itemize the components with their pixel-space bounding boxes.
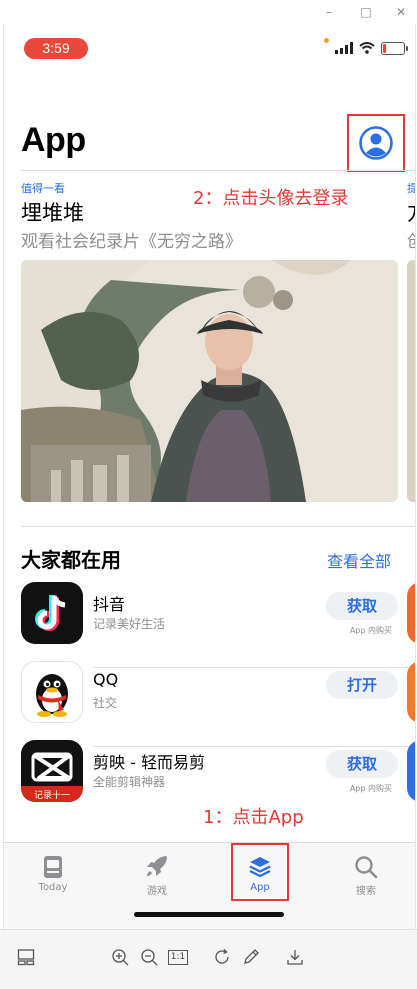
app-description: 全能剪辑神器 <box>93 775 166 789</box>
featured-image[interactable] <box>21 260 398 502</box>
search-icon <box>355 856 378 879</box>
tab-search[interactable]: 搜索 <box>331 843 401 897</box>
next-column-app-icon[interactable] <box>407 661 415 723</box>
page-title: App <box>21 121 86 159</box>
annotation-highlight-box <box>231 843 289 901</box>
annotation-step2: 2：点击头像去登录 <box>193 188 349 209</box>
get-button[interactable]: 获取 <box>326 750 398 778</box>
featured-subtitle: 观看社会纪录片《无穷之路》 <box>21 232 242 252</box>
section-divider <box>21 526 415 527</box>
tab-label: Today <box>38 882 68 893</box>
open-button[interactable]: 打开 <box>326 671 398 699</box>
download-button[interactable] <box>284 946 306 968</box>
next-featured-subtitle: 创 <box>407 227 415 252</box>
today-icon <box>44 856 62 878</box>
layout-button[interactable] <box>15 946 37 968</box>
rotate-button[interactable] <box>211 946 233 968</box>
in-app-purchase-label: App 内购买 <box>349 784 392 793</box>
minimize-button[interactable]: – <box>320 4 338 20</box>
actual-size-icon: 1:1 <box>167 949 189 965</box>
douyin-icon <box>21 582 83 644</box>
tab-label: 游戏 <box>147 886 167 897</box>
close-button[interactable]: ✕ <box>392 4 410 20</box>
list-item[interactable]: QQ 社交 打开 <box>21 661 415 747</box>
app-name: 剪映 - 轻而易剪 <box>93 753 205 772</box>
zoom-out-icon <box>141 949 158 966</box>
next-column-app-icon[interactable] <box>407 740 415 802</box>
download-icon <box>287 950 303 965</box>
next-featured-title[interactable]: 方 <box>407 197 415 227</box>
tab-label: 搜索 <box>356 886 376 897</box>
next-column-app-icon[interactable] <box>407 582 415 644</box>
capcut-icon-caption: 记录十一 <box>33 791 70 801</box>
see-all-link[interactable]: 查看全部 <box>327 548 391 572</box>
phone-screen: 3:59 App 2：点击头像去登录 值得一看 埋堆堆 观看社会纪录片《无穷之路… <box>3 24 416 929</box>
window-titlebar: – □ ✕ <box>0 0 417 24</box>
dot-icon <box>324 37 329 43</box>
annotation-step1: 1：点击App <box>203 807 304 828</box>
zoom-in-button[interactable] <box>109 946 131 968</box>
app-description: 社交 <box>93 696 118 710</box>
get-button[interactable]: 获取 <box>326 592 398 620</box>
actual-size-button[interactable]: 1:1 <box>167 946 189 968</box>
home-indicator[interactable] <box>134 912 284 917</box>
maximize-button[interactable]: □ <box>357 4 375 20</box>
rotate-icon <box>215 949 229 964</box>
zoom-in-icon <box>112 949 129 966</box>
featured-title[interactable]: 埋堆堆 <box>21 197 84 227</box>
app-name: QQ <box>93 670 119 689</box>
wifi-icon <box>359 42 375 54</box>
next-featured-image[interactable] <box>407 260 415 502</box>
viewer-toolbar: 1:1 <box>0 929 417 989</box>
header-divider <box>21 170 415 171</box>
section-title: 大家都在用 <box>21 548 121 572</box>
capcut-icon: 记录十一 <box>21 740 83 802</box>
battery-low-icon <box>381 41 408 55</box>
zoom-out-button[interactable] <box>138 946 160 968</box>
layout-icon <box>17 949 35 966</box>
featured-artwork <box>21 260 398 502</box>
app-name: 抖音 <box>93 595 126 614</box>
qq-penguin-icon <box>21 661 83 723</box>
person-circle-icon <box>359 126 393 160</box>
tab-games[interactable]: 游戏 <box>122 843 192 897</box>
next-featured-tag: 提 <box>407 180 415 196</box>
account-button[interactable] <box>347 114 405 172</box>
app-description: 记录美好生活 <box>93 617 166 631</box>
signal-icon <box>335 42 353 54</box>
status-icons <box>324 37 408 58</box>
edit-button[interactable] <box>240 946 262 968</box>
in-app-purchase-label: App 内购买 <box>349 626 392 635</box>
rocket-icon <box>147 856 167 876</box>
list-item[interactable]: 抖音 记录美好生活 获取 App 内购买 <box>21 582 415 668</box>
tab-today[interactable]: Today <box>18 843 88 893</box>
featured-tag: 值得一看 <box>21 182 65 195</box>
status-time: 3:59 <box>24 38 88 59</box>
edit-pencil-icon <box>244 949 259 964</box>
